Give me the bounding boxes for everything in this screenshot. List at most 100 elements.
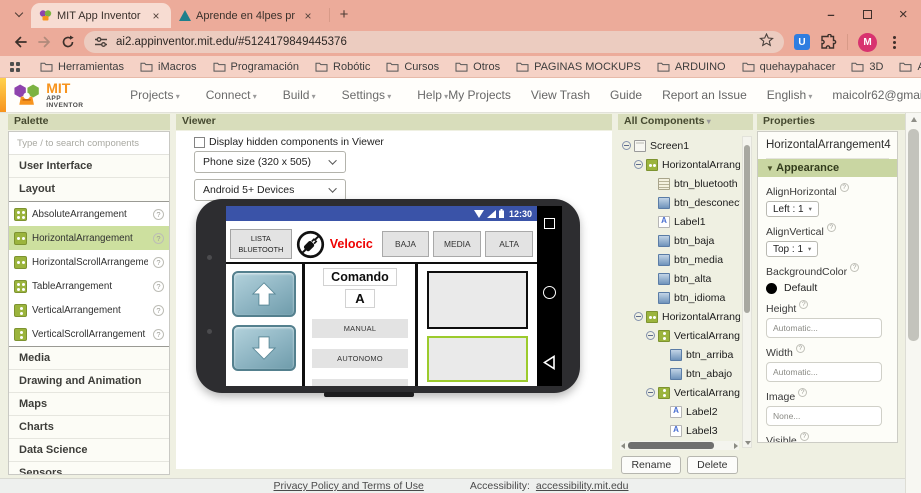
bookmark-item[interactable]: PAGINAS MOCKUPS — [516, 61, 641, 73]
page-scrollbar[interactable] — [905, 113, 921, 493]
component-tree-item[interactable]: btn_baja — [620, 231, 740, 250]
scroll-down-arrow[interactable] — [744, 441, 751, 445]
ublock-extension-icon[interactable]: U — [794, 34, 810, 50]
bookmark-item[interactable]: 3D — [851, 61, 883, 73]
header-menu[interactable]: Help — [417, 88, 448, 102]
help-circle-icon[interactable] — [153, 304, 164, 316]
help-circle-icon[interactable] — [826, 223, 836, 232]
disconnect-plug-button[interactable] — [296, 229, 326, 259]
bookmark-item[interactable]: Herramientas — [40, 61, 124, 73]
bookmark-item[interactable]: iMacros — [140, 61, 197, 73]
phone-size-select[interactable]: Phone size (320 x 505) — [194, 151, 346, 173]
bookmark-item[interactable]: Robótic — [315, 61, 370, 73]
profile-avatar[interactable]: M — [858, 32, 877, 52]
palette-component-item[interactable]: HorizontalScrollArrangement — [9, 250, 169, 274]
vibration-mode-button[interactable]: VIBRACION — [312, 379, 408, 386]
down-arrow-button[interactable] — [232, 325, 296, 371]
tree-vertical-scrollbar[interactable] — [742, 136, 752, 448]
privacy-policy-link[interactable]: Privacy Policy and Terms of Use — [274, 480, 424, 492]
header-menu[interactable]: Connect — [206, 88, 257, 102]
component-tree-item[interactable]: Screen1 — [620, 136, 740, 155]
maximize-button[interactable] — [849, 0, 885, 28]
component-tree-item[interactable]: btn_desconectar — [620, 193, 740, 212]
palette-component-item[interactable]: TableArrangement — [9, 274, 169, 298]
component-tree-item[interactable]: Label1 — [620, 212, 740, 231]
component-tree-item[interactable]: btn_abajo — [620, 364, 740, 383]
help-circle-icon[interactable] — [153, 232, 164, 244]
component-tree-item[interactable]: Label2 — [620, 402, 740, 421]
bluetooth-list-button[interactable]: LISTA BLUETOOTH — [230, 229, 292, 259]
scroll-left-arrow[interactable] — [621, 442, 625, 449]
align-vertical-select[interactable]: Top : 1 — [766, 241, 819, 257]
scrollbar-thumb[interactable] — [908, 129, 919, 341]
palette-component-item[interactable]: VerticalScrollArrangement — [9, 322, 169, 346]
tab-close-icon[interactable] — [149, 9, 163, 23]
minimize-button[interactable] — [813, 0, 849, 28]
tree-horizontal-scrollbar[interactable] — [620, 441, 739, 450]
palette-component-item[interactable]: AbsoluteArrangement — [9, 202, 169, 226]
speed-medium-button[interactable]: MEDIA — [433, 231, 482, 257]
help-circle-icon[interactable] — [850, 263, 860, 272]
speed-low-button[interactable]: BAJA — [381, 231, 430, 257]
accessibility-link[interactable]: accessibility.mit.edu — [536, 480, 629, 492]
bookmark-item[interactable]: Anglar — [899, 61, 921, 73]
manual-mode-button[interactable]: MANUAL — [312, 319, 408, 338]
canvas-box[interactable] — [427, 271, 528, 329]
help-circle-icon[interactable] — [153, 328, 164, 340]
bookmark-star-icon[interactable] — [759, 32, 774, 52]
component-tree-item[interactable]: VerticalArrangemen — [620, 326, 740, 345]
palette-component-item[interactable]: HorizontalArrangement — [9, 226, 169, 250]
account-menu[interactable]: maicolr62@gmail.com — [832, 88, 921, 102]
component-tree-item[interactable]: HorizontalArrangemen — [620, 155, 740, 174]
collapse-minus-icon[interactable] — [646, 331, 655, 340]
component-tree-item[interactable]: VerticalArrangemen — [620, 383, 740, 402]
help-circle-icon[interactable] — [798, 388, 808, 397]
palette-section[interactable]: Charts — [9, 416, 169, 439]
image-field[interactable]: None... — [766, 406, 882, 426]
header-menu[interactable]: Build — [283, 88, 316, 102]
speed-high-button[interactable]: ALTA — [485, 231, 533, 257]
new-tab-button[interactable] — [334, 4, 354, 24]
component-tree-item[interactable]: Label3 — [620, 421, 740, 440]
rename-button[interactable]: Rename — [621, 456, 682, 474]
components-title[interactable]: All Components — [618, 114, 753, 130]
help-circle-icon[interactable] — [799, 432, 809, 441]
header-link[interactable]: Report an Issue — [662, 88, 747, 102]
scrollbar-thumb[interactable] — [744, 145, 750, 313]
palette-section-user-interface[interactable]: User Interface — [9, 155, 169, 178]
palette-section[interactable]: Drawing and Animation — [9, 370, 169, 393]
component-tree-item[interactable]: btn_alta — [620, 269, 740, 288]
collapse-minus-icon[interactable] — [646, 388, 655, 397]
extensions-puzzle-icon[interactable] — [820, 33, 837, 51]
help-circle-icon[interactable] — [153, 208, 164, 220]
component-tree-item[interactable]: btn_bluetooth — [620, 174, 740, 193]
bookmark-item[interactable]: ARDUINO — [657, 61, 726, 73]
component-tree-item[interactable]: btn_media — [620, 250, 740, 269]
collapse-minus-icon[interactable] — [634, 160, 643, 169]
help-circle-icon[interactable] — [839, 183, 849, 192]
scroll-up-arrow[interactable] — [910, 117, 917, 122]
nav-back-triangle-icon[interactable] — [543, 355, 556, 370]
width-field[interactable]: Automatic... — [766, 362, 882, 382]
scroll-right-arrow[interactable] — [734, 442, 738, 449]
help-circle-icon[interactable] — [795, 344, 805, 353]
bookmark-item[interactable]: Cursos — [386, 61, 439, 73]
component-tree-item[interactable]: btn_idioma — [620, 288, 740, 307]
palette-search-input[interactable] — [9, 132, 169, 155]
nav-square-icon[interactable] — [544, 218, 555, 229]
up-arrow-button[interactable] — [232, 271, 296, 317]
palette-section[interactable]: Data Science — [9, 439, 169, 462]
collapse-minus-icon[interactable] — [622, 141, 631, 150]
height-field[interactable]: Automatic... — [766, 318, 882, 338]
background-color-picker[interactable]: Default — [766, 282, 889, 294]
close-button[interactable] — [885, 0, 921, 28]
tab-search-button[interactable] — [10, 6, 27, 23]
header-link[interactable]: Guide — [610, 88, 642, 102]
palette-section[interactable]: Maps — [9, 393, 169, 416]
bookmark-item[interactable]: Otros — [455, 61, 500, 73]
appearance-section-header[interactable]: Appearance — [758, 159, 897, 177]
palette-section[interactable]: Media — [9, 347, 169, 370]
palette-component-item[interactable]: VerticalArrangement — [9, 298, 169, 322]
device-select[interactable]: Android 5+ Devices — [194, 179, 346, 201]
language-selector[interactable]: English — [767, 88, 813, 102]
